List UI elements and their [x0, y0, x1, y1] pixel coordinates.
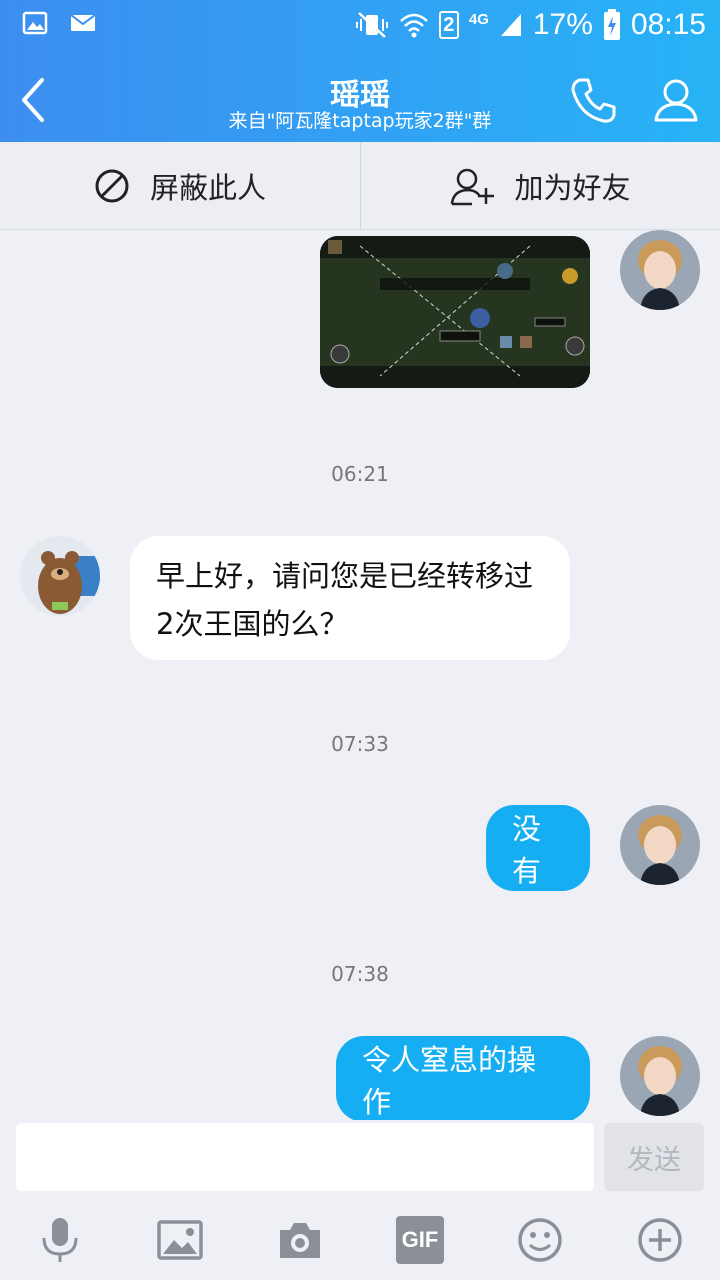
add-friend-icon	[451, 168, 495, 206]
battery-percent: 17%	[532, 8, 593, 41]
mail-notification-icon	[70, 14, 96, 31]
profile-icon[interactable]	[648, 72, 704, 128]
sim-slot-badge: 2	[438, 11, 459, 39]
avatar[interactable]	[620, 1036, 700, 1116]
avatar[interactable]	[620, 230, 700, 310]
signal-icon	[500, 14, 521, 36]
vibrate-mute-icon	[355, 12, 388, 38]
image-icon[interactable]	[156, 1216, 204, 1264]
my-avatar-image	[620, 1036, 700, 1116]
gif-icon[interactable]: GIF	[396, 1216, 444, 1264]
input-toolbar: GIF	[0, 1216, 720, 1264]
stranger-action-bar: 屏蔽此人 加为好友	[0, 142, 720, 230]
avatar[interactable]	[620, 805, 700, 885]
timestamp: 07:33	[331, 732, 389, 756]
timestamp: 07:38	[331, 962, 389, 986]
microphone-icon[interactable]	[36, 1216, 84, 1264]
message-input[interactable]	[16, 1123, 594, 1191]
my-avatar-image	[620, 805, 700, 885]
emoji-icon[interactable]	[516, 1216, 564, 1264]
clock: 08:15	[630, 8, 706, 41]
game-screenshot-image	[320, 236, 590, 388]
message-text-line: 早上好，请问您是已经转移过	[156, 559, 534, 593]
message-text: 令人窒息的操作	[362, 1043, 537, 1119]
network-type: 4G	[468, 10, 489, 28]
message-bubble-incoming[interactable]: 早上好，请问您是已经转移过 2次王国的么？	[130, 536, 570, 660]
gallery-notification-icon	[22, 11, 48, 35]
block-user-label: 屏蔽此人	[149, 171, 266, 205]
sender-avatar-image	[20, 536, 100, 616]
block-user-button[interactable]: 屏蔽此人	[0, 142, 360, 230]
battery-charging-icon	[603, 9, 620, 40]
status-bar: 2 4G 17% 08:15	[0, 0, 720, 50]
wifi-icon	[400, 13, 428, 38]
plus-icon[interactable]	[636, 1216, 684, 1264]
message-text: 没有	[512, 812, 542, 888]
input-bar: 发送 GIF	[0, 1120, 720, 1280]
message-list[interactable]: 06:21 早上好，请问您是已经转移过 2次王国的么？ 07:33 没有 07:…	[0, 230, 720, 1120]
add-friend-button[interactable]: 加为好友	[360, 142, 720, 230]
message-bubble-outgoing[interactable]: 没有	[486, 805, 590, 891]
top-app-bar: 2 4G 17% 08:15 瑶瑶 来自"阿瓦隆taptap玩家2群"群	[0, 0, 720, 142]
phone-icon[interactable]	[566, 72, 622, 128]
image-message[interactable]	[320, 236, 590, 388]
camera-icon[interactable]	[276, 1216, 324, 1264]
send-button[interactable]: 发送	[604, 1123, 704, 1191]
timestamp: 06:21	[331, 462, 389, 486]
message-bubble-outgoing[interactable]: 令人窒息的操作	[336, 1036, 590, 1120]
block-icon	[95, 169, 129, 203]
add-friend-label: 加为好友	[514, 171, 631, 205]
avatar[interactable]	[20, 536, 100, 616]
message-text-line: 2次王国的么？	[156, 607, 349, 641]
my-avatar-image	[620, 230, 700, 310]
